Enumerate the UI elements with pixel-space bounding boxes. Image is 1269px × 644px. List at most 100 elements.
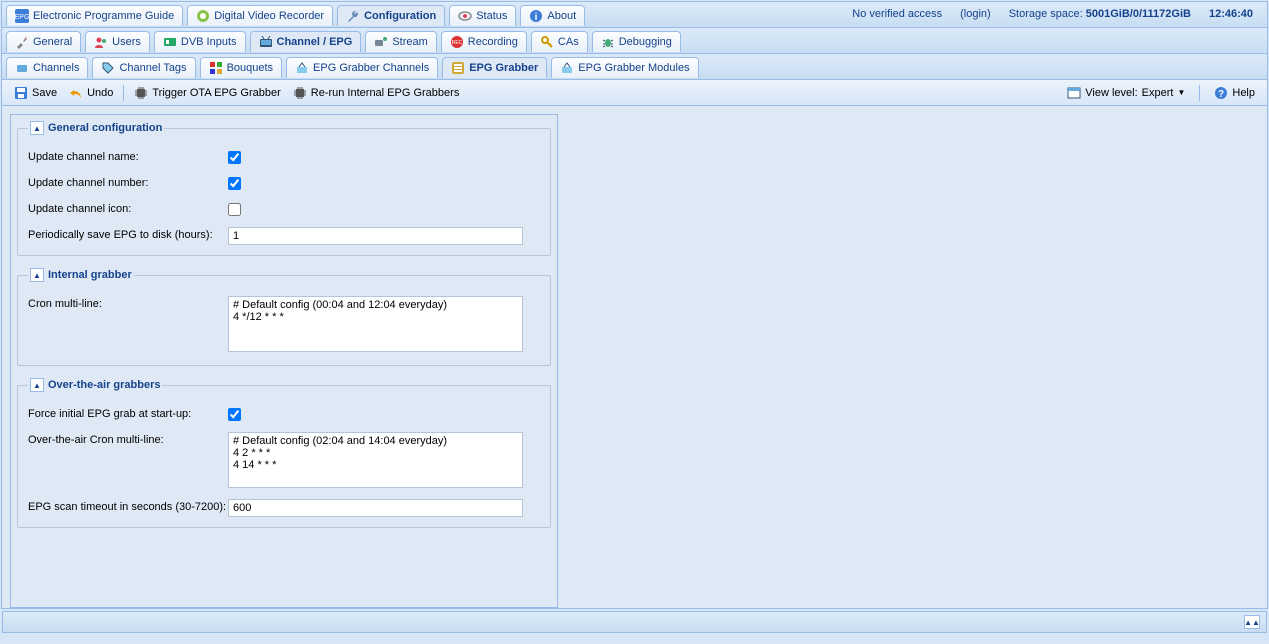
textarea-ota-cron[interactable] [228, 432, 523, 488]
checkbox-update-channel-icon[interactable] [228, 203, 241, 216]
form-panel: ▲ General configuration Update channel n… [10, 114, 558, 608]
collapse-icon[interactable]: ▲ [30, 121, 44, 135]
tab-label: DVB Inputs [181, 36, 237, 48]
tab-label: Recording [468, 36, 518, 48]
toolbar: Save Undo Trigger OTA EPG Grabber Re-run… [2, 80, 1267, 106]
tab-label: Channel Tags [119, 62, 186, 74]
tab-channel-epg[interactable]: Channel / EPG [250, 31, 362, 52]
fieldset-title: General configuration [48, 122, 162, 134]
rerun-internal-button[interactable]: Re-run Internal EPG Grabbers [287, 83, 466, 103]
dvr-icon [196, 9, 210, 23]
channel-tabstrip: Channels Channel Tags Bouquets EPG Grabb… [2, 54, 1267, 80]
collapse-icon[interactable]: ▲ [30, 378, 44, 392]
checkbox-update-channel-number[interactable] [228, 177, 241, 190]
tab-label: Electronic Programme Guide [33, 10, 174, 22]
tab-epg-grabber-channels[interactable]: EPG Grabber Channels [286, 57, 438, 78]
checkbox-force-initial[interactable] [228, 408, 241, 421]
chip-icon [134, 86, 148, 100]
bottom-bar: ▲▲ [2, 611, 1267, 633]
tab-bouquets[interactable]: Bouquets [200, 57, 282, 78]
trigger-label: Trigger OTA EPG Grabber [152, 87, 280, 99]
label-epg-timeout: EPG scan timeout in seconds (30-7200): [28, 499, 228, 513]
fieldset-ota: ▲ Over-the-air grabbers Force initial EP… [17, 378, 551, 528]
save-icon [14, 86, 28, 100]
modules-icon [560, 61, 574, 75]
storage-info: Storage space: 5001GiB/0/11172GiB [1009, 8, 1191, 20]
trigger-ota-button[interactable]: Trigger OTA EPG Grabber [128, 83, 286, 103]
card-icon [163, 35, 177, 49]
svg-text:i: i [535, 12, 538, 23]
tab-debugging[interactable]: Debugging [592, 31, 681, 52]
label-ota-cron: Over-the-air Cron multi-line: [28, 432, 228, 446]
tab-channels[interactable]: Channels [6, 57, 88, 78]
textarea-internal-cron[interactable] [228, 296, 523, 352]
svg-text:EPG: EPG [15, 14, 29, 21]
view-level-label: View level: [1085, 87, 1137, 99]
input-epg-timeout[interactable] [228, 499, 523, 517]
tv-icon [259, 35, 273, 49]
label-force-initial: Force initial EPG grab at start-up: [28, 406, 228, 420]
help-button[interactable]: ? Help [1208, 83, 1261, 103]
save-button[interactable]: Save [8, 83, 63, 103]
view-level-button[interactable]: View level: Expert ▼ [1061, 83, 1191, 103]
tab-label: General [33, 36, 72, 48]
tab-label: CAs [558, 36, 579, 48]
tab-channel-tags[interactable]: Channel Tags [92, 57, 195, 78]
save-label: Save [32, 87, 57, 99]
tab-epg-grabber[interactable]: EPG Grabber [442, 57, 547, 78]
svg-text:REC: REC [452, 40, 463, 46]
tab-label: Users [112, 36, 141, 48]
tab-general[interactable]: General [6, 31, 81, 52]
eye-icon [458, 9, 472, 23]
label-update-channel-icon: Update channel icon: [28, 201, 228, 215]
tab-about[interactable]: i About [520, 5, 585, 26]
separator [123, 85, 124, 101]
rerun-label: Re-run Internal EPG Grabbers [311, 87, 460, 99]
tab-configuration[interactable]: Configuration [337, 5, 445, 26]
tab-epg-grabber-modules[interactable]: EPG Grabber Modules [551, 57, 698, 78]
tab-dvr[interactable]: Digital Video Recorder [187, 5, 333, 26]
expand-button[interactable]: ▲▲ [1244, 615, 1260, 629]
input-save-epg-hours[interactable] [228, 227, 523, 245]
tab-status[interactable]: Status [449, 5, 516, 26]
tools-icon [15, 35, 29, 49]
clock: 12:46:40 [1209, 8, 1253, 20]
access-status: No verified access [852, 8, 942, 20]
users-icon [94, 35, 108, 49]
tv-small-icon [15, 61, 29, 75]
config-tabstrip: General Users DVB Inputs Channel / EPG S… [2, 28, 1267, 54]
undo-button[interactable]: Undo [63, 83, 119, 103]
tab-stream[interactable]: Stream [365, 31, 436, 52]
svg-text:?: ? [1218, 89, 1224, 100]
bug-icon [601, 35, 615, 49]
collapse-icon[interactable]: ▲ [30, 268, 44, 282]
tab-label: Channels [33, 62, 79, 74]
tab-label: EPG Grabber Modules [578, 62, 689, 74]
tab-label: About [547, 10, 576, 22]
view-icon [1067, 86, 1081, 100]
login-link[interactable]: (login) [960, 8, 991, 20]
tab-label: Debugging [619, 36, 672, 48]
grabber-icon [451, 61, 465, 75]
fieldset-general: ▲ General configuration Update channel n… [17, 121, 551, 256]
help-icon: ? [1214, 86, 1228, 100]
tab-epg[interactable]: EPG Electronic Programme Guide [6, 5, 183, 26]
tab-label: Digital Video Recorder [214, 10, 324, 22]
tab-label: Status [476, 10, 507, 22]
tab-label: Stream [392, 36, 427, 48]
fieldset-title: Over-the-air grabbers [48, 379, 160, 391]
rec-icon: REC [450, 35, 464, 49]
undo-icon [69, 86, 83, 100]
fieldset-title: Internal grabber [48, 269, 132, 281]
tab-recording[interactable]: REC Recording [441, 31, 527, 52]
epg-icon: EPG [15, 9, 29, 23]
chip-icon [293, 86, 307, 100]
tab-label: Configuration [364, 10, 436, 22]
tab-cas[interactable]: CAs [531, 31, 588, 52]
chevron-down-icon: ▼ [1177, 88, 1185, 97]
checkbox-update-channel-name[interactable] [228, 151, 241, 164]
tab-users[interactable]: Users [85, 31, 150, 52]
view-level-value: Expert [1142, 87, 1174, 99]
tab-dvb-inputs[interactable]: DVB Inputs [154, 31, 246, 52]
stream-icon [374, 35, 388, 49]
